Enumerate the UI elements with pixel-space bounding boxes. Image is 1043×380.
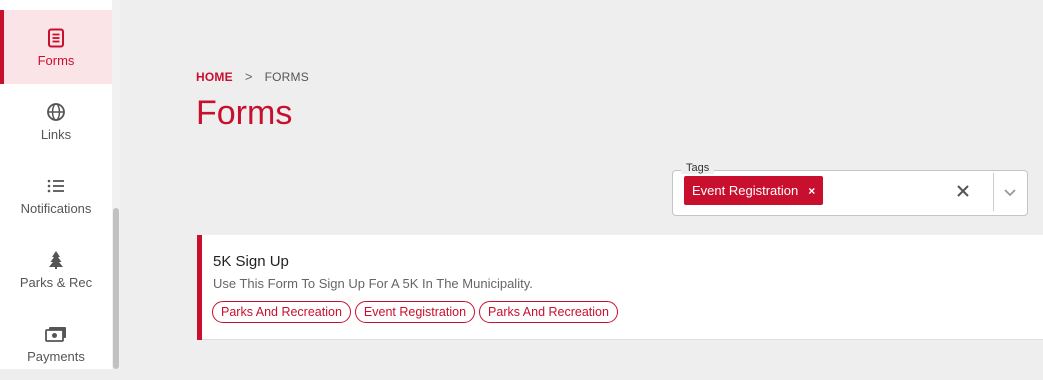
tag-pill[interactable]: Parks And Recreation <box>212 301 351 323</box>
sidebar-item-links[interactable]: Links <box>0 84 112 158</box>
sidebar-scrollbar-thumb[interactable] <box>113 208 119 369</box>
tag-pill[interactable]: Event Registration <box>354 301 476 323</box>
sidebar: Forms Links Notifications Parks & Rec Pa… <box>0 0 112 369</box>
breadcrumb: HOME > FORMS <box>196 69 309 84</box>
chip-remove-button[interactable]: × <box>808 184 815 198</box>
form-card[interactable]: 5K Sign Up Use This Form To Sign Up For … <box>197 235 1043 340</box>
breadcrumb-current: FORMS <box>264 69 309 84</box>
chevron-right-icon: > <box>244 69 253 84</box>
sidebar-item-notifications[interactable]: Notifications <box>0 158 112 232</box>
sidebar-item-label: Links <box>40 126 72 142</box>
form-card-title[interactable]: 5K Sign Up <box>213 253 289 270</box>
globe-icon <box>45 101 67 123</box>
money-icon <box>45 323 67 345</box>
chevron-down-icon[interactable] <box>1003 185 1017 199</box>
sidebar-item-label: Parks & Rec <box>19 274 93 290</box>
tree-icon <box>45 249 67 271</box>
form-card-tags: Parks And Recreation Event Registration … <box>212 301 622 323</box>
sidebar-item-forms[interactable]: Forms <box>0 10 112 84</box>
sidebar-item-label: Forms <box>37 52 75 68</box>
divider <box>993 173 994 211</box>
list-icon <box>45 175 67 197</box>
tag-chip-event-registration: Event Registration × <box>684 176 824 205</box>
sidebar-item-parks-rec[interactable]: Parks & Rec <box>0 232 112 306</box>
breadcrumb-home-link[interactable]: HOME <box>196 70 233 84</box>
tag-chip-label: Event Registration <box>692 183 799 198</box>
tags-filter[interactable]: Tags Event Registration × <box>672 162 1028 216</box>
form-card-description: Use This Form To Sign Up For A 5K In The… <box>213 276 533 291</box>
forms-icon <box>45 27 67 49</box>
tag-pill[interactable]: Parks And Recreation <box>479 301 618 323</box>
tags-filter-label: Tags <box>681 162 715 174</box>
sidebar-item-label: Payments <box>27 348 85 364</box>
page-title: Forms <box>196 94 293 132</box>
sidebar-item-label: Notifications <box>20 200 92 216</box>
clear-icon[interactable] <box>954 182 972 200</box>
